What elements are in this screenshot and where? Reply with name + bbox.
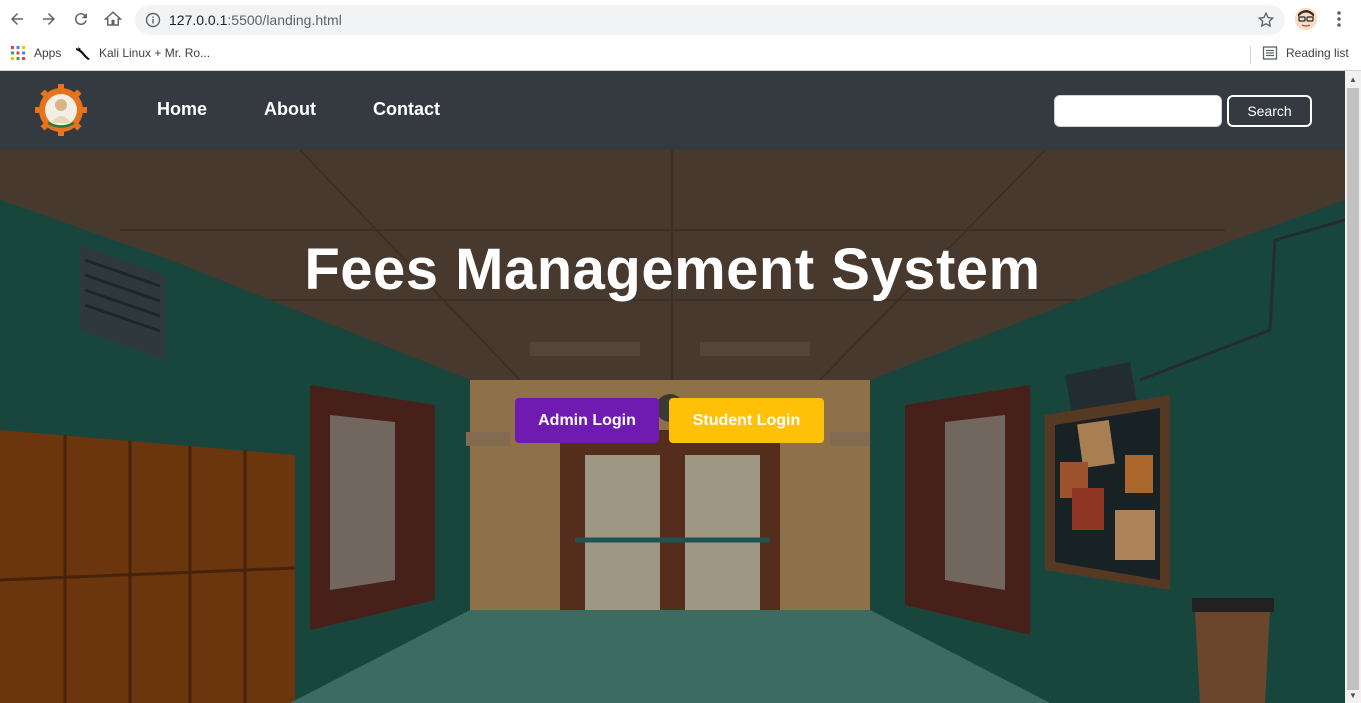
- page-viewport: Home About Contact Search Fees Managemen…: [0, 71, 1345, 703]
- back-icon[interactable]: [6, 8, 28, 30]
- address-bar[interactable]: 127.0.0.1:5500/landing.html: [135, 5, 1285, 35]
- reading-list[interactable]: Reading list: [1262, 45, 1349, 61]
- nav-about-link[interactable]: About: [264, 99, 316, 120]
- reading-list-icon: [1262, 46, 1278, 60]
- site-navbar: Home About Contact Search: [0, 71, 1345, 150]
- search-button[interactable]: Search: [1227, 95, 1312, 127]
- page-scrollbar[interactable]: ▲ ▼: [1345, 71, 1361, 703]
- nav-contact-link[interactable]: Contact: [373, 99, 440, 120]
- bookmarks-bar: Apps Kali Linux + Mr. Ro... Reading list: [0, 40, 1361, 71]
- bookmark-star-icon[interactable]: [1257, 11, 1275, 29]
- bookmark-kali[interactable]: Kali Linux + Mr. Ro...: [75, 45, 210, 61]
- reload-icon[interactable]: [70, 8, 92, 30]
- bookmarks-separator: [1250, 46, 1251, 64]
- site-info-icon[interactable]: [145, 12, 161, 28]
- profile-avatar[interactable]: [1295, 8, 1317, 30]
- apps-grid-icon: [11, 46, 25, 60]
- scroll-up-arrow-icon[interactable]: ▲: [1345, 71, 1361, 87]
- home-icon[interactable]: [102, 8, 124, 30]
- admin-login-button[interactable]: Admin Login: [515, 398, 659, 443]
- bookmark-apps[interactable]: Apps: [10, 45, 61, 61]
- hero-title: Fees Management System: [304, 237, 1041, 302]
- browser-toolbar: 127.0.0.1:5500/landing.html: [0, 0, 1361, 40]
- forward-icon[interactable]: [38, 8, 60, 30]
- kali-dragon-icon: [76, 47, 90, 60]
- student-login-button[interactable]: Student Login: [669, 398, 824, 443]
- scrollbar-thumb[interactable]: [1347, 88, 1359, 690]
- college-logo[interactable]: [34, 83, 88, 137]
- search-input[interactable]: [1054, 95, 1222, 127]
- hero-section: Fees Management System Admin Login Stude…: [0, 150, 1345, 703]
- menu-kebab-icon[interactable]: [1331, 9, 1347, 29]
- scroll-down-arrow-icon[interactable]: ▼: [1345, 687, 1361, 703]
- url-text[interactable]: 127.0.0.1:5500/landing.html: [169, 12, 342, 28]
- nav-home-link[interactable]: Home: [157, 99, 207, 120]
